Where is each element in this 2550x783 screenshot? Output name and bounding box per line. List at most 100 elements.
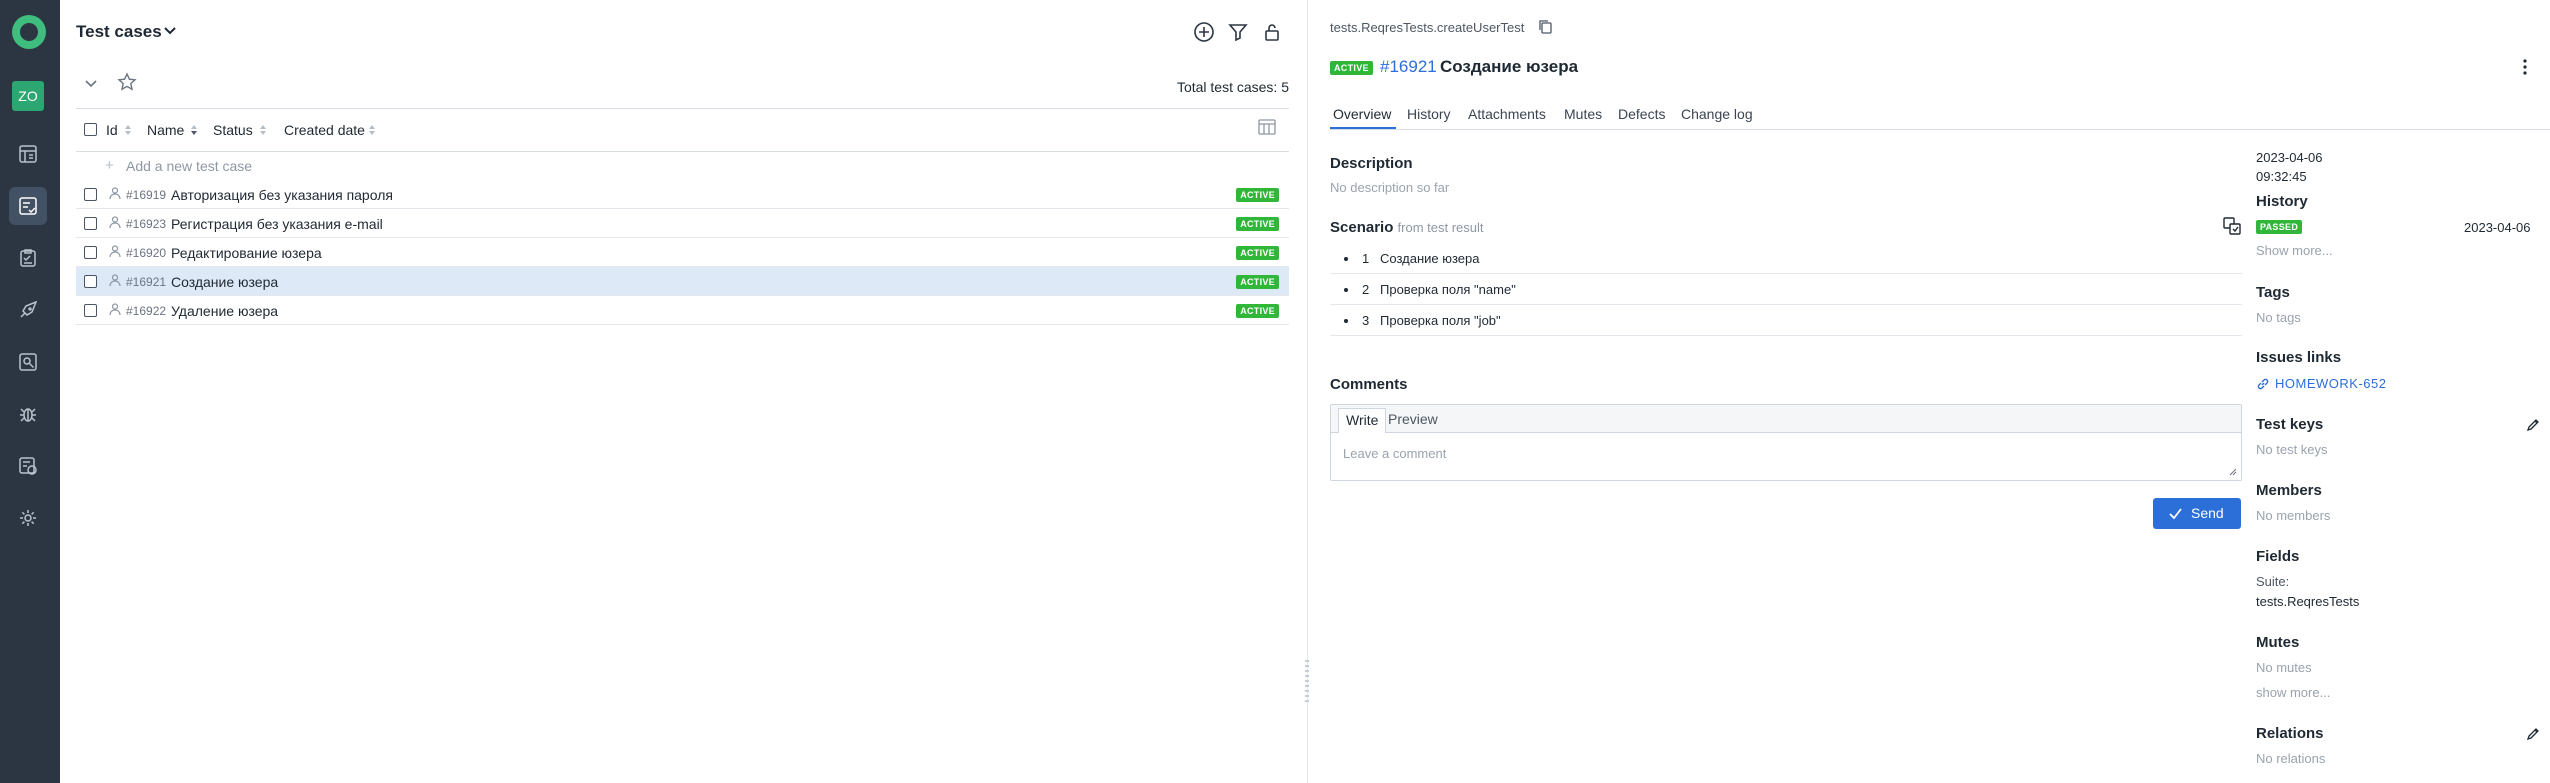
jobs-icon[interactable]	[9, 447, 47, 485]
members-title: Members	[2256, 482, 2322, 499]
table-row-selected[interactable]: #16921 Создание юзера ACTIVE	[76, 267, 1289, 296]
created-time: 09:32:45	[2256, 169, 2307, 184]
tab-history[interactable]: History	[1407, 106, 1451, 122]
dashboard-icon[interactable]	[9, 135, 47, 173]
issue-link[interactable]: HOMEWORK-652	[2275, 376, 2386, 391]
test-keys-empty: No test keys	[2256, 442, 2328, 457]
column-settings-icon[interactable]	[1257, 117, 1277, 137]
edit-pencil-icon[interactable]	[2526, 418, 2540, 432]
add-circle-icon[interactable]	[1193, 21, 1215, 43]
test-case-id-link[interactable]: #16921	[1380, 57, 1437, 77]
tab-overview[interactable]: Overview	[1333, 106, 1391, 122]
suite-label: Suite:	[2256, 574, 2290, 589]
column-header-name[interactable]: Name	[147, 122, 184, 138]
test-keys-title: Test keys	[2256, 416, 2324, 433]
select-all-checkbox[interactable]	[84, 123, 97, 136]
test-case-name[interactable]: Создание юзера	[171, 274, 278, 290]
edit-pencil-icon[interactable]	[2526, 727, 2540, 741]
tab-defects[interactable]: Defects	[1618, 106, 1665, 122]
divider	[1330, 129, 2550, 130]
history-title: History	[2256, 193, 2308, 210]
relations-empty: No relations	[2256, 751, 2326, 766]
plus-icon[interactable]: +	[105, 157, 114, 174]
column-header-status[interactable]: Status	[213, 122, 253, 138]
test-plans-icon[interactable]	[9, 239, 47, 277]
step-number: 3	[1362, 313, 1370, 328]
chevron-down-icon[interactable]	[84, 76, 98, 90]
test-case-id: #16922	[126, 304, 167, 318]
status-badge: ACTIVE	[1236, 304, 1279, 318]
tab-change-log[interactable]: Change log	[1681, 106, 1753, 122]
description-title: Description	[1330, 155, 1413, 172]
sort-icon[interactable]	[124, 123, 132, 137]
test-case-name[interactable]: Удаление юзера	[171, 303, 278, 319]
allure-logo[interactable]	[12, 15, 46, 49]
search-icon[interactable]	[9, 343, 47, 381]
scenario-label: Scenario	[1330, 219, 1394, 236]
test-case-detail-pane: tests.ReqresTests.createUserTest ACTIVE …	[1308, 0, 2550, 783]
step-text: Проверка поля "name"	[1380, 282, 1516, 297]
fields-title: Fields	[2256, 548, 2300, 565]
checkmark-icon	[2169, 508, 2182, 520]
chevron-down-icon[interactable]	[163, 24, 177, 38]
test-case-name[interactable]: Редактирование юзера	[171, 245, 322, 261]
sort-icon[interactable]	[368, 123, 376, 137]
table-row[interactable]: #16923 Регистрация без указания e-mail A…	[76, 209, 1289, 238]
history-date: 2023-04-06	[2464, 220, 2531, 235]
user-icon	[109, 187, 121, 200]
bullet	[1344, 288, 1348, 292]
divider	[76, 151, 1289, 152]
total-count: Total test cases: 5	[1176, 79, 1289, 95]
comment-editor[interactable]: Write Preview Leave a comment	[1330, 404, 2242, 481]
defects-bug-icon[interactable]	[9, 395, 47, 433]
mutes-empty: No mutes	[2256, 660, 2312, 675]
row-checkbox[interactable]	[84, 304, 97, 317]
tab-write[interactable]: Write	[1338, 408, 1387, 433]
test-case-id: #16920	[126, 246, 167, 260]
scenario-step: 1 Создание юзера	[1330, 243, 2242, 274]
members-empty: No members	[2256, 508, 2331, 523]
test-case-name[interactable]: Регистрация без указания e-mail	[171, 216, 383, 232]
comment-tabs: Write Preview	[1331, 405, 2241, 433]
created-date: 2023-04-06	[2256, 150, 2323, 165]
star-icon[interactable]	[117, 72, 137, 92]
bullet	[1344, 319, 1348, 323]
tab-preview[interactable]: Preview	[1381, 408, 1445, 433]
table-row[interactable]: #16919 Авторизация без указания пароля A…	[76, 180, 1289, 209]
row-checkbox[interactable]	[84, 188, 97, 201]
settings-gear-icon[interactable]	[9, 499, 47, 537]
row-checkbox[interactable]	[84, 217, 97, 230]
more-options-icon[interactable]	[2522, 58, 2528, 76]
table-row[interactable]: #16920 Редактирование юзера ACTIVE	[76, 238, 1289, 267]
test-cases-icon[interactable]	[9, 187, 47, 225]
unlock-icon[interactable]	[1261, 21, 1283, 43]
scenario-mode-icon[interactable]	[2222, 216, 2242, 236]
mutes-show-more-link[interactable]: show more...	[2256, 685, 2330, 700]
description-empty: No description so far	[1330, 180, 1450, 195]
tab-attachments[interactable]: Attachments	[1468, 106, 1546, 122]
filter-icon[interactable]	[1227, 21, 1249, 43]
test-case-name[interactable]: Авторизация без указания пароля	[171, 187, 393, 203]
divider	[76, 108, 1289, 109]
add-new-test-case-input[interactable]: Add a new test case	[126, 158, 252, 174]
project-avatar[interactable]: ZO	[12, 81, 44, 111]
copy-icon[interactable]	[1538, 19, 1553, 34]
tab-mutes[interactable]: Mutes	[1564, 106, 1602, 122]
sort-icon[interactable]	[259, 123, 267, 137]
resize-handle-icon[interactable]	[2229, 468, 2237, 476]
column-header-created-date[interactable]: Created date	[284, 122, 365, 138]
history-show-more-link[interactable]: Show more...	[2256, 243, 2333, 258]
comment-input[interactable]: Leave a comment	[1343, 446, 1446, 461]
test-case-id: #16921	[126, 275, 167, 289]
row-checkbox[interactable]	[84, 246, 97, 259]
user-icon	[109, 216, 121, 229]
launches-icon[interactable]	[9, 291, 47, 329]
comments-title: Comments	[1330, 376, 1408, 393]
passed-badge: PASSED	[2256, 220, 2303, 234]
page-title[interactable]: Test cases	[76, 22, 162, 42]
sort-desc-icon[interactable]	[190, 123, 198, 137]
send-button[interactable]: Send	[2153, 498, 2241, 529]
row-checkbox[interactable]	[84, 275, 97, 288]
column-header-id[interactable]: Id	[106, 122, 118, 138]
table-row[interactable]: #16922 Удаление юзера ACTIVE	[76, 296, 1289, 325]
